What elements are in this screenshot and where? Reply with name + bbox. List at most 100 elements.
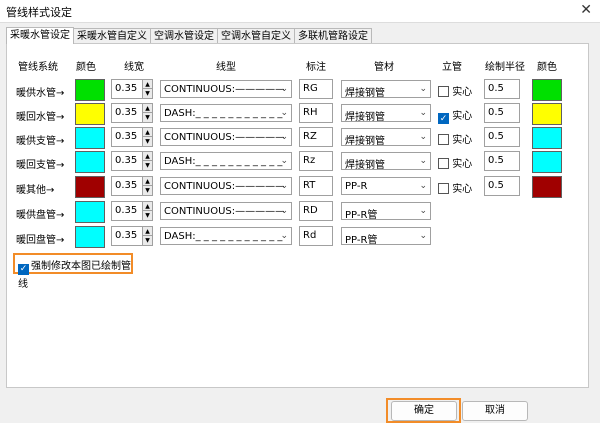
radius-input[interactable]: 0.5 [484, 79, 520, 99]
width-spinner[interactable]: 0.35 ▲ ▼ [111, 79, 153, 99]
solid-label: 实心 [452, 159, 473, 170]
chevron-down-icon: ⌄ [280, 181, 288, 191]
riser-color-swatch[interactable] [532, 79, 562, 101]
chevron-down-icon: ⌄ [419, 181, 427, 191]
spin-down-icon[interactable]: ▼ [142, 186, 152, 195]
spin-up-icon[interactable]: ▲ [142, 80, 152, 89]
close-icon[interactable]: ✕ [580, 2, 592, 18]
solid-riser-checkbox[interactable]: ✓ 实心 [438, 107, 472, 124]
color-swatch[interactable] [75, 226, 105, 248]
linetype-select[interactable]: CONTINUOUS:————— ⌄ [160, 202, 292, 220]
linetype-select[interactable]: CONTINUOUS:————— ⌄ [160, 177, 292, 195]
material-select[interactable]: 焊接钢管 ⌄ [341, 104, 431, 123]
width-spinner[interactable]: 0.35 ▲ ▼ [111, 176, 153, 196]
label-input[interactable]: RH [299, 103, 333, 123]
solid-label: 实心 [452, 135, 473, 146]
spin-up-icon[interactable]: ▲ [142, 104, 152, 113]
solid-riser-checkbox[interactable]: 实心 [438, 155, 472, 170]
material-select[interactable]: PP-R ⌄ [341, 177, 431, 195]
linetype-value: CONTINUOUS:————— [164, 181, 284, 192]
material-value: 焊接钢管 [345, 112, 385, 123]
tab-heating-pipe-settings[interactable]: 采暖水管设定 [6, 27, 74, 44]
linetype-value: DASH:_ _ _ _ _ _ _ _ _ _ _ _ [164, 108, 284, 119]
color-swatch[interactable] [75, 79, 105, 101]
tab-ac-pipe-settings[interactable]: 空调水管设定 [150, 28, 218, 44]
color-swatch[interactable] [75, 103, 105, 125]
radius-input[interactable]: 0.5 [484, 127, 520, 147]
radius-input[interactable]: 0.5 [484, 103, 520, 123]
header-linetype: 线型 [216, 62, 236, 73]
chevron-down-icon: ⌄ [280, 206, 288, 216]
spin-down-icon[interactable]: ▼ [142, 211, 152, 220]
material-select[interactable]: 焊接钢管 ⌄ [341, 152, 431, 171]
tab-heating-pipe-custom[interactable]: 采暖水管自定义 [73, 28, 151, 44]
radius-value: 0.5 [488, 155, 504, 166]
width-spinner[interactable]: 0.35 ▲ ▼ [111, 201, 153, 221]
spin-down-icon[interactable]: ▼ [142, 161, 152, 170]
linetype-select[interactable]: CONTINUOUS:————— ⌄ [160, 128, 292, 146]
color-swatch[interactable] [75, 176, 105, 198]
cancel-button[interactable]: 取消 [462, 401, 528, 421]
linetype-select[interactable]: DASH:_ _ _ _ _ _ _ _ _ _ _ _ ⌄ [160, 104, 292, 122]
spin-up-icon[interactable]: ▲ [142, 227, 152, 236]
solid-riser-checkbox[interactable]: 实心 [438, 83, 472, 98]
linetype-value: CONTINUOUS:————— [164, 84, 284, 95]
spin-down-icon[interactable]: ▼ [142, 137, 152, 146]
label-input[interactable]: RT [299, 176, 333, 196]
width-spinner[interactable]: 0.35 ▲ ▼ [111, 127, 153, 147]
width-spinner[interactable]: 0.35 ▲ ▼ [111, 151, 153, 171]
linetype-select[interactable]: CONTINUOUS:————— ⌄ [160, 80, 292, 98]
width-value: 0.35 [115, 205, 138, 216]
force-redraw-checkbox[interactable]: ✓ 强制修改本图已绘制管线 [13, 253, 133, 290]
header-riser: 立管 [442, 62, 462, 73]
radius-value: 0.5 [488, 180, 504, 191]
linetype-select[interactable]: DASH:_ _ _ _ _ _ _ _ _ _ _ _ ⌄ [160, 152, 292, 170]
width-spinner[interactable]: 0.35 ▲ ▼ [111, 226, 153, 246]
material-select[interactable]: 焊接钢管 ⌄ [341, 128, 431, 147]
row-system-name: 暖其他→ [16, 185, 55, 196]
material-select[interactable]: PP-R管 ⌄ [341, 202, 431, 221]
spin-up-icon[interactable]: ▲ [142, 152, 152, 161]
spin-down-icon[interactable]: ▼ [142, 236, 152, 245]
chevron-down-icon: ⌄ [419, 231, 427, 241]
width-value: 0.35 [115, 230, 138, 241]
spin-up-icon[interactable]: ▲ [142, 177, 152, 186]
window-title: 管线样式设定 [6, 6, 72, 19]
label-input[interactable]: RG [299, 79, 333, 99]
width-value: 0.35 [115, 155, 138, 166]
tab-ac-pipe-custom[interactable]: 空调水管自定义 [217, 28, 295, 44]
radius-value: 0.5 [488, 131, 504, 142]
color-swatch[interactable] [75, 127, 105, 149]
width-value: 0.35 [115, 180, 138, 191]
riser-color-swatch[interactable] [532, 176, 562, 198]
solid-riser-checkbox[interactable]: 实心 [438, 131, 472, 146]
label-value: RH [303, 107, 318, 118]
tab-vrf-pipe-settings[interactable]: 多联机管路设定 [294, 28, 372, 44]
spin-up-icon[interactable]: ▲ [142, 128, 152, 137]
spin-up-icon[interactable]: ▲ [142, 202, 152, 211]
solid-riser-checkbox[interactable]: 实心 [438, 180, 472, 195]
riser-color-swatch[interactable] [532, 127, 562, 149]
label-input[interactable]: Rz [299, 151, 333, 171]
color-swatch[interactable] [75, 201, 105, 223]
label-input[interactable]: RD [299, 201, 333, 221]
label-value: Rd [303, 230, 317, 241]
header-label: 标注 [306, 62, 326, 73]
material-select[interactable]: PP-R管 ⌄ [341, 227, 431, 246]
radius-input[interactable]: 0.5 [484, 151, 520, 171]
width-spinner[interactable]: 0.35 ▲ ▼ [111, 103, 153, 123]
spin-down-icon[interactable]: ▼ [142, 113, 152, 122]
label-input[interactable]: Rd [299, 226, 333, 246]
riser-color-swatch[interactable] [532, 103, 562, 125]
color-swatch[interactable] [75, 151, 105, 173]
ok-button[interactable]: 确定 [391, 401, 457, 421]
linetype-select[interactable]: DASH:_ _ _ _ _ _ _ _ _ _ _ _ ⌄ [160, 227, 292, 245]
radius-input[interactable]: 0.5 [484, 176, 520, 196]
width-value: 0.35 [115, 107, 138, 118]
label-input[interactable]: RZ [299, 127, 333, 147]
spin-down-icon[interactable]: ▼ [142, 89, 152, 98]
radius-value: 0.5 [488, 107, 504, 118]
riser-color-swatch[interactable] [532, 151, 562, 173]
checkbox-icon [438, 86, 449, 97]
material-select[interactable]: 焊接钢管 ⌄ [341, 80, 431, 99]
